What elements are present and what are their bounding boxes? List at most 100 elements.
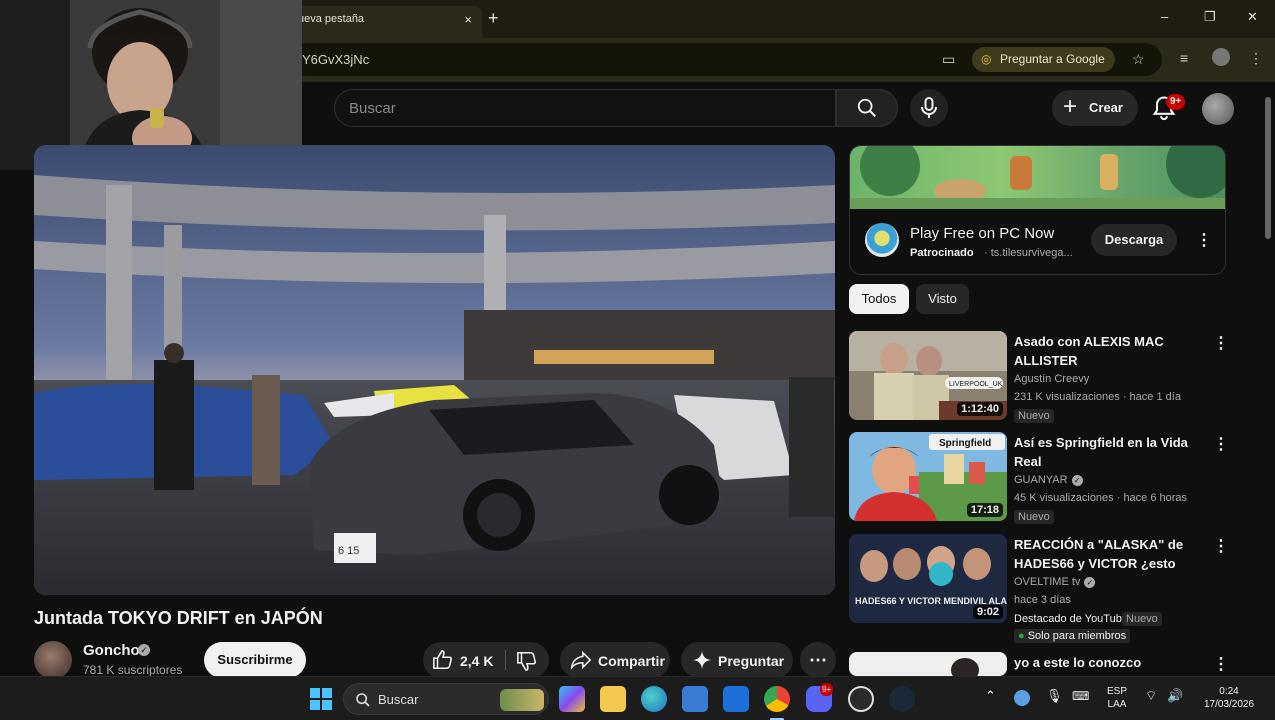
ad-download-button[interactable]: Descarga <box>1091 224 1177 256</box>
steam-icon[interactable] <box>889 686 915 712</box>
search-button[interactable] <box>836 89 898 127</box>
ask-google-button[interactable]: ◎ Preguntar a Google <box>972 47 1115 72</box>
ask-button[interactable]: Preguntar <box>681 642 793 678</box>
new-badge: Nuevo <box>1014 510 1054 524</box>
more-actions-button[interactable]: ⋯ <box>800 642 836 678</box>
account-avatar[interactable] <box>1202 93 1234 125</box>
taskbar-search[interactable]: Buscar <box>343 683 549 715</box>
sponsored-ad[interactable]: Play Free on PC Now Patrocinado · ts.til… <box>849 145 1226 275</box>
related-title[interactable]: REACCIÓN a "ALASKA" de HADES66 y VICTOR … <box>1014 535 1204 573</box>
cast-icon[interactable]: ▭ <box>942 51 955 68</box>
mic-icon <box>921 97 937 118</box>
subscribe-button[interactable]: Suscribirme <box>204 642 306 678</box>
search-highlight-icon <box>500 689 544 711</box>
new-tab-button[interactable]: + <box>488 8 499 29</box>
like-button[interactable]: 2,4 K <box>423 642 505 678</box>
video-thumbnail[interactable]: Springfield 17:18 <box>849 432 1007 521</box>
ad-more-icon[interactable]: ⋮ <box>1196 230 1212 250</box>
create-button[interactable]: + Crear <box>1052 90 1138 126</box>
notification-badge: 9+ <box>1166 94 1186 110</box>
profile-icon[interactable] <box>1212 48 1230 66</box>
store-icon[interactable] <box>682 686 708 712</box>
onedrive-icon[interactable] <box>1014 690 1030 706</box>
edge-icon[interactable] <box>641 686 667 712</box>
mail-icon[interactable] <box>723 686 749 712</box>
dislike-icon <box>517 651 537 671</box>
related-channel[interactable]: GUANYAR ✓ <box>1014 474 1083 486</box>
ad-sponsored-label: Patrocinado <box>910 247 974 259</box>
dislike-button[interactable] <box>507 642 549 678</box>
copilot-icon[interactable] <box>559 686 585 712</box>
chrome-icon[interactable] <box>764 686 790 712</box>
channel-name[interactable]: Goncho <box>83 642 140 659</box>
star-icon[interactable]: ☆ <box>1132 51 1145 68</box>
file-explorer-icon[interactable] <box>600 686 626 712</box>
ad-title[interactable]: Play Free on PC Now <box>910 225 1054 242</box>
related-video-3[interactable]: HADES66 Y VICTOR MENDIVIL ALASKA 9:02 RE… <box>849 534 1229 646</box>
related-more-icon[interactable]: ⋮ <box>1213 536 1229 556</box>
browser-menu-icon[interactable]: ⋮ <box>1249 50 1263 67</box>
voice-search-button[interactable] <box>910 89 948 127</box>
members-icon: ● <box>1018 630 1025 642</box>
tray-chevron-icon[interactable]: ⌃ <box>985 689 996 702</box>
related-video-1[interactable]: LIVERPOOL_UK 1:12:40 Asado con ALEXIS MA… <box>849 331 1229 431</box>
language-layout: LAA <box>1107 699 1127 710</box>
ad-banner-art <box>850 146 1225 209</box>
related-meta: 45 K visualizaciones · hace 6 horas <box>1014 492 1188 504</box>
related-more-icon[interactable]: ⋮ <box>1213 654 1229 674</box>
related-meta: hace 3 días <box>1014 594 1071 606</box>
chip-all[interactable]: Todos <box>849 284 909 314</box>
minimize-button[interactable]: – <box>1161 9 1168 24</box>
scrollbar-thumb[interactable] <box>1265 97 1271 239</box>
thumbnail-caption: Springfield <box>939 438 991 449</box>
related-title[interactable]: yo a este lo conozco <box>1014 653 1204 672</box>
thumbnail-image <box>849 652 1007 676</box>
related-title[interactable]: Así es Springfield en la Vida Real <box>1014 433 1204 471</box>
language-indicator[interactable]: ESP LAA <box>1107 685 1127 711</box>
clock-time: 0:24 <box>1219 686 1239 697</box>
related-video-2[interactable]: Springfield 17:18 Así es Springfield en … <box>849 432 1229 532</box>
share-button[interactable]: Compartir <box>560 642 670 678</box>
google-lens-icon: ◎ <box>981 52 992 66</box>
video-thumbnail[interactable]: LIVERPOOL_UK 1:12:40 <box>849 331 1007 420</box>
ask-google-label: Preguntar a Google <box>1000 52 1105 66</box>
video-thumbnail[interactable] <box>849 652 1007 676</box>
related-more-icon[interactable]: ⋮ <box>1213 333 1229 353</box>
wifi-icon[interactable]: ⌔ <box>1145 689 1157 702</box>
url-text[interactable]: Y6GvX3jNc <box>302 52 369 67</box>
ad-logo <box>865 223 899 257</box>
chip-watched[interactable]: Visto <box>916 284 969 314</box>
obs-icon[interactable] <box>848 686 874 712</box>
channel-avatar[interactable] <box>34 641 72 679</box>
address-bar[interactable]: Y6GvX3jNc ▭ ◎ Preguntar a Google ☆ <box>290 43 1162 76</box>
search-input[interactable]: Buscar <box>349 100 396 117</box>
related-video-4[interactable]: yo a este lo conozco ⋮ <box>849 652 1229 676</box>
like-count: 2,4 K <box>460 653 494 669</box>
video-player[interactable]: 6 15 <box>34 145 835 595</box>
related-title[interactable]: Asado con ALEXIS MAC ALLISTER <box>1014 332 1204 370</box>
new-badge: Nuevo <box>1122 612 1162 626</box>
windows-taskbar: Buscar 9+ ⌃ 🎙 ⌨ ESP LAA ⌔ 🔊 0:24 17/03/202… <box>0 676 1275 720</box>
maximize-button[interactable]: ❐ <box>1204 9 1216 25</box>
related-channel[interactable]: Agustín Creevy <box>1014 373 1089 385</box>
keyboard-icon[interactable]: ⌨ <box>1072 690 1089 703</box>
taskbar-search-label: Buscar <box>378 692 419 707</box>
close-window-button[interactable]: ✕ <box>1247 9 1258 25</box>
tab-close-icon[interactable]: × <box>464 12 472 27</box>
mic-tray-icon[interactable]: 🎙 <box>1046 689 1063 702</box>
search-icon <box>857 98 876 117</box>
related-more-icon[interactable]: ⋮ <box>1213 434 1229 454</box>
windows-icon[interactable] <box>308 686 334 712</box>
subscriber-count: 781 K suscriptores <box>83 663 183 677</box>
license-plate: 6 15 <box>338 545 359 557</box>
video-thumbnail[interactable]: HADES66 Y VICTOR MENDIVIL ALASKA 9:02 <box>849 534 1007 623</box>
search-box[interactable]: Buscar <box>334 89 836 127</box>
browser-tab[interactable]: ueva pestaña × <box>292 6 482 38</box>
members-label: Solo para miembros <box>1027 630 1127 642</box>
clock[interactable]: 0:24 17/03/2026 <box>1194 685 1264 711</box>
volume-icon[interactable]: 🔊 <box>1167 689 1183 702</box>
share-icon <box>570 650 592 670</box>
ad-banner-image[interactable] <box>850 146 1225 209</box>
related-channel[interactable]: OVELTIME tv ✓ <box>1014 576 1096 588</box>
reading-list-icon[interactable]: ≡ <box>1180 50 1188 66</box>
